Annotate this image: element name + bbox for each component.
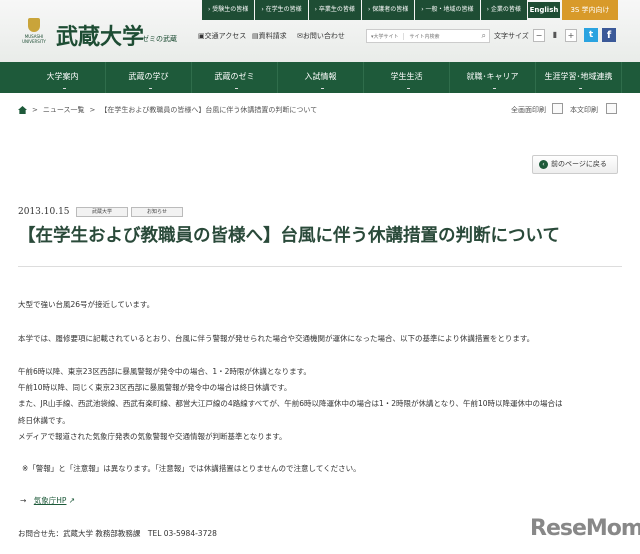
article-paragraph: 大型で強い台風26号が接近しています。	[18, 300, 155, 309]
access-link[interactable]: ▣交通アクセス	[198, 31, 246, 41]
external-link-icon: ↗	[68, 496, 76, 505]
breadcrumb: > ニュース一覧 > 【在学生および教職員の皆様へ】台風に伴う休講措置の判断につ…	[18, 105, 317, 115]
audience-links: › 受験生の皆様 › 在学生の皆様 › 卒業生の皆様 › 保護者の皆様 › 一般…	[202, 0, 527, 20]
site-search: ▾大学サイト サイト内検索 ⌕	[366, 29, 490, 43]
main-nav: 大学案内 武蔵の学び 武蔵のゼミ 入試情報 学生生活 就職･キャリア 生涯学習･…	[0, 62, 640, 93]
watermark-logo: ReseMom.	[530, 516, 640, 541]
chevron-left-icon: ‹	[539, 160, 548, 169]
contact-link[interactable]: ✉お問い合わせ	[297, 31, 345, 41]
print-body-label[interactable]: 本文印刷	[570, 105, 598, 115]
article-note: ※「警報」と「注意報」は異なります。「注意報」では休講措置はとりませんので注意し…	[22, 464, 361, 473]
link-alumni[interactable]: › 卒業生の皆様	[308, 0, 361, 20]
category-tag[interactable]: 武蔵大学	[76, 207, 128, 217]
request-label: 資料請求	[258, 32, 287, 40]
home-icon[interactable]	[18, 106, 27, 114]
search-scope-select[interactable]: ▾大学サイト	[367, 32, 404, 40]
article-paragraph: 午前6時以降、東京23区西部に暴風警報が発令中の場合、1・2時限が休講となります…	[18, 367, 311, 376]
logo-tagline: ゼミの武蔵	[142, 35, 177, 43]
nav-career[interactable]: 就職･キャリア	[450, 62, 536, 93]
back-button[interactable]: ‹ 前のページに戻る	[532, 155, 618, 174]
breadcrumb-sep: >	[89, 106, 96, 114]
external-link-row: → 気象庁HP ↗	[20, 495, 75, 506]
request-link[interactable]: ▤資料請求	[252, 31, 287, 41]
contact-label: お問い合わせ	[302, 32, 345, 40]
arrow: →	[20, 496, 27, 505]
font-normal-icon[interactable]: ▮	[549, 29, 561, 42]
english-link[interactable]: English	[528, 2, 560, 18]
font-size-label: 文字サイズ	[494, 32, 529, 40]
font-larger-button[interactable]: +	[565, 29, 577, 42]
divider	[18, 266, 622, 267]
link-public[interactable]: › 一般・地域の皆様	[415, 0, 480, 20]
article-paragraph: また、JR山手線、西武池袋線、西武有楽町線、都営大江戸線の4路線すべてが、午前6…	[18, 399, 563, 408]
jma-link[interactable]: 気象庁HP	[34, 496, 67, 505]
search-icon[interactable]: ⌕	[482, 31, 489, 41]
breadcrumb-current: 【在学生および教職員の皆様へ】台風に伴う休講措置の判断について	[100, 106, 318, 114]
access-label: 交通アクセス	[204, 32, 247, 40]
article-paragraph: 本学では、履修要項に記載されているとおり、台風に伴う警報が発せられた場合や交通機…	[18, 334, 535, 343]
search-input[interactable]: サイト内検索	[404, 33, 482, 40]
printer-icon[interactable]	[552, 103, 563, 114]
printer-icon[interactable]	[606, 103, 617, 114]
nav-admissions[interactable]: 入試情報	[278, 62, 364, 93]
font-smaller-button[interactable]: −	[533, 29, 545, 42]
article-paragraph: メディアで報道された気象庁発表の気象警報や交通情報が判断基準となります。	[18, 432, 287, 441]
link-students[interactable]: › 在学生の皆様	[255, 0, 308, 20]
logo-emblem-icon[interactable]	[28, 18, 40, 32]
article-paragraph: 午前10時以降、同じく東京23区西部に暴風警報が発令中の場合は終日休講です。	[18, 383, 292, 392]
breadcrumb-news[interactable]: ニュース一覧	[43, 105, 85, 115]
nav-student-life[interactable]: 学生生活	[364, 62, 450, 93]
nav-seminar[interactable]: 武蔵のゼミ	[192, 62, 278, 93]
nav-about[interactable]: 大学案内	[20, 62, 106, 93]
twitter-icon[interactable]: t	[584, 28, 598, 42]
nav-learning[interactable]: 武蔵の学び	[106, 62, 192, 93]
article-title: 【在学生および教職員の皆様へ】台風に伴う休講措置の判断について	[18, 226, 560, 246]
link-parents[interactable]: › 保護者の皆様	[361, 0, 415, 20]
link-applicants[interactable]: › 受験生の皆様	[202, 0, 255, 20]
article-date: 2013.10.15	[18, 207, 70, 217]
category-tag[interactable]: お知らせ	[131, 207, 183, 217]
facebook-icon[interactable]: f	[602, 28, 616, 42]
logo[interactable]: 武蔵大学	[56, 19, 144, 51]
print-full-label[interactable]: 全画面印刷	[511, 105, 546, 115]
back-label: 前のページに戻る	[551, 160, 607, 168]
contact-info: お問合せ先：武蔵大学 教務部教務課 TEL 03-5984-3728	[18, 529, 217, 538]
article-paragraph: 終日休講です。	[18, 416, 70, 425]
logo-english: MUSASHI UNIVERSITY	[22, 34, 46, 44]
nav-lifelong[interactable]: 生涯学習･地域連携	[536, 62, 622, 93]
breadcrumb-sep: >	[32, 106, 38, 114]
link-companies[interactable]: › 企業の皆様	[480, 0, 527, 20]
internal-link[interactable]: 3S 学内向け	[562, 0, 618, 20]
site-header: › 受験生の皆様 › 在学生の皆様 › 卒業生の皆様 › 保護者の皆様 › 一般…	[0, 0, 640, 62]
